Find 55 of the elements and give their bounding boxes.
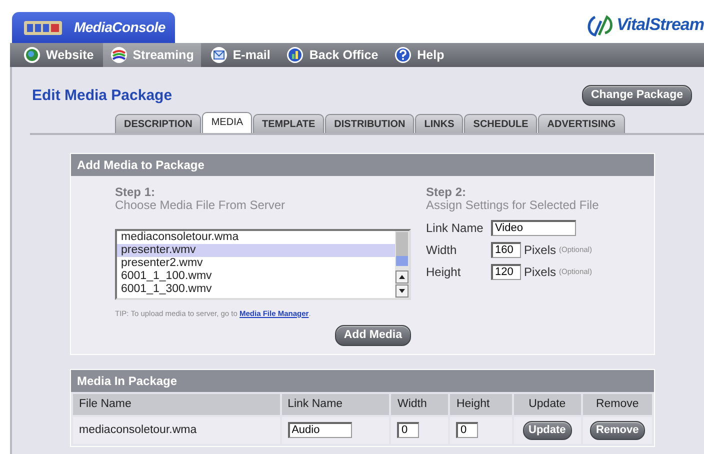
column-header: Remove: [582, 393, 653, 416]
nav-tab[interactable]: Help: [387, 43, 452, 67]
step-subtitle: Choose Media File From Server: [115, 199, 286, 213]
list-item[interactable]: 6001_1_300.wmv: [117, 283, 395, 297]
remove-button[interactable]: Remove: [590, 421, 645, 440]
pixel-field[interactable]: 160: [491, 242, 521, 258]
panel-header: Media In Package: [71, 370, 654, 392]
link-name-field[interactable]: Video: [491, 220, 576, 236]
tab[interactable]: LINKS: [415, 114, 464, 134]
unit-label: Pixels: [524, 264, 556, 281]
width-field[interactable]: 0: [397, 422, 420, 438]
tab[interactable]: ADVERTISING: [538, 114, 625, 134]
list-item[interactable]: presenter.wmv: [117, 244, 395, 258]
mail-icon: [210, 46, 228, 64]
height-field[interactable]: 0: [456, 422, 478, 438]
step-heading: Step 2:: [426, 186, 468, 200]
step-subtitle: Assign Settings for Selected File: [426, 199, 599, 213]
panel-header: Add Media to Package: [71, 154, 654, 176]
change-package-button[interactable]: Change Package: [582, 85, 692, 106]
add-media-button[interactable]: Add Media: [334, 324, 411, 346]
tab[interactable]: DISTRIBUTION: [325, 114, 414, 134]
column-header: Height: [449, 393, 513, 416]
update-button[interactable]: Update: [522, 421, 572, 440]
console-icon: [24, 20, 62, 36]
tab[interactable]: SCHEDULE: [464, 114, 538, 134]
tab[interactable]: DESCRIPTION: [115, 114, 202, 134]
column-header: Update: [512, 393, 582, 416]
help-icon: [394, 46, 412, 64]
nav-tab[interactable]: Website: [16, 43, 101, 67]
chart-icon: [286, 46, 304, 64]
tab[interactable]: MEDIA: [202, 112, 252, 134]
step-heading: Step 1:: [115, 186, 156, 200]
nav-tab[interactable]: E-mail: [202, 43, 278, 67]
unit-label: Pixels: [524, 242, 556, 259]
waves-icon: [110, 46, 128, 64]
list-item[interactable]: 6001_1_100.wmv: [117, 270, 395, 284]
list-item[interactable]: presenter2.wmv: [117, 257, 395, 270]
column-header: File Name: [72, 393, 281, 416]
table-cell: mediaconsoletour.wma: [72, 416, 281, 445]
scrollbar: [395, 230, 409, 298]
file-listbox[interactable]: mediaconsoletour.wma presenter.wmv presenter2.wmv 6001_1_100.wmv 6001_1_300.wmv: [115, 228, 411, 300]
logo-text: VitalStream: [616, 14, 704, 36]
field-label: Width: [426, 242, 458, 259]
column-header: Width: [390, 393, 450, 416]
brand-title: MediaConsole: [74, 18, 166, 37]
tab[interactable]: TEMPLATE: [253, 114, 324, 134]
field-label: Link Name: [426, 220, 484, 237]
field-label: Height: [426, 264, 462, 281]
globe-icon: [23, 46, 41, 64]
list-item[interactable]: mediaconsoletour.wma: [117, 230, 395, 244]
page-title: Edit Media Package: [32, 86, 172, 105]
column-header: Link Name: [280, 393, 390, 416]
link-name-field[interactable]: Audio: [288, 422, 352, 438]
pixel-field[interactable]: 120: [491, 264, 521, 280]
nav-tab[interactable]: Back Office: [279, 43, 386, 67]
